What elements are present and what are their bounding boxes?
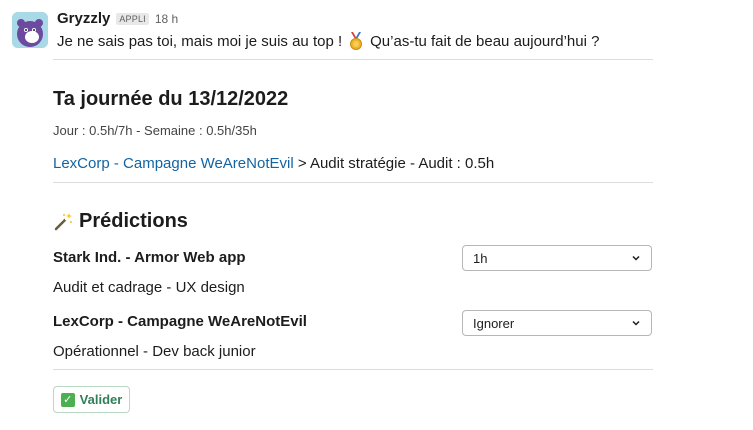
- select-value: Ignorer: [473, 315, 515, 331]
- message-text: Je ne sais pas toi, mais moi je suis au …: [57, 32, 599, 50]
- prediction-duration-select[interactable]: Ignorer: [462, 310, 652, 336]
- divider: [53, 59, 653, 60]
- medal-icon: [350, 32, 363, 50]
- message-text-before: Je ne sais pas toi, mais moi je suis au …: [57, 32, 343, 50]
- day-title: Ta journée du 13/12/2022: [53, 88, 289, 110]
- predictions-title-text: Prédictions: [79, 210, 188, 232]
- message-header: Gryzzly APPLI 18 h: [57, 10, 178, 27]
- prediction-project: Stark Ind. - Armor Web app: [53, 249, 246, 266]
- validate-label: Valider: [79, 392, 123, 407]
- chevron-down-icon: [632, 320, 640, 326]
- entry-detail: > Audit stratégie - Audit : 0.5h: [293, 155, 495, 172]
- prediction-task: Opérationnel - Dev back junior: [53, 343, 256, 360]
- message-timestamp[interactable]: 18 h: [155, 12, 178, 26]
- prediction-project: LexCorp - Campagne WeAreNotEvil: [53, 313, 307, 330]
- day-stats: Jour : 0.5h/7h - Semaine : 0.5h/35h: [53, 123, 257, 138]
- divider: [53, 369, 653, 370]
- magic-wand-icon: [54, 212, 72, 230]
- sender-name[interactable]: Gryzzly: [57, 10, 110, 27]
- chevron-down-icon: [632, 255, 640, 261]
- validate-button[interactable]: ✓ Valider: [53, 386, 130, 413]
- check-icon: ✓: [60, 392, 75, 407]
- avatar[interactable]: [12, 12, 48, 48]
- prediction-duration-select[interactable]: 1h: [462, 245, 652, 271]
- prediction-task: Audit et cadrage - UX design: [53, 279, 245, 296]
- select-value: 1h: [473, 250, 488, 266]
- project-link[interactable]: LexCorp - Campagne WeAreNotEvil: [53, 155, 294, 172]
- time-entry: LexCorp - Campagne WeAreNotEvil > Audit …: [53, 155, 494, 172]
- divider: [53, 182, 653, 183]
- message-text-after: Qu’as-tu fait de beau aujourd’hui ?: [370, 32, 600, 50]
- bear-avatar-icon: [12, 12, 48, 48]
- app-badge: APPLI: [116, 12, 149, 25]
- predictions-title: Prédictions: [53, 210, 188, 233]
